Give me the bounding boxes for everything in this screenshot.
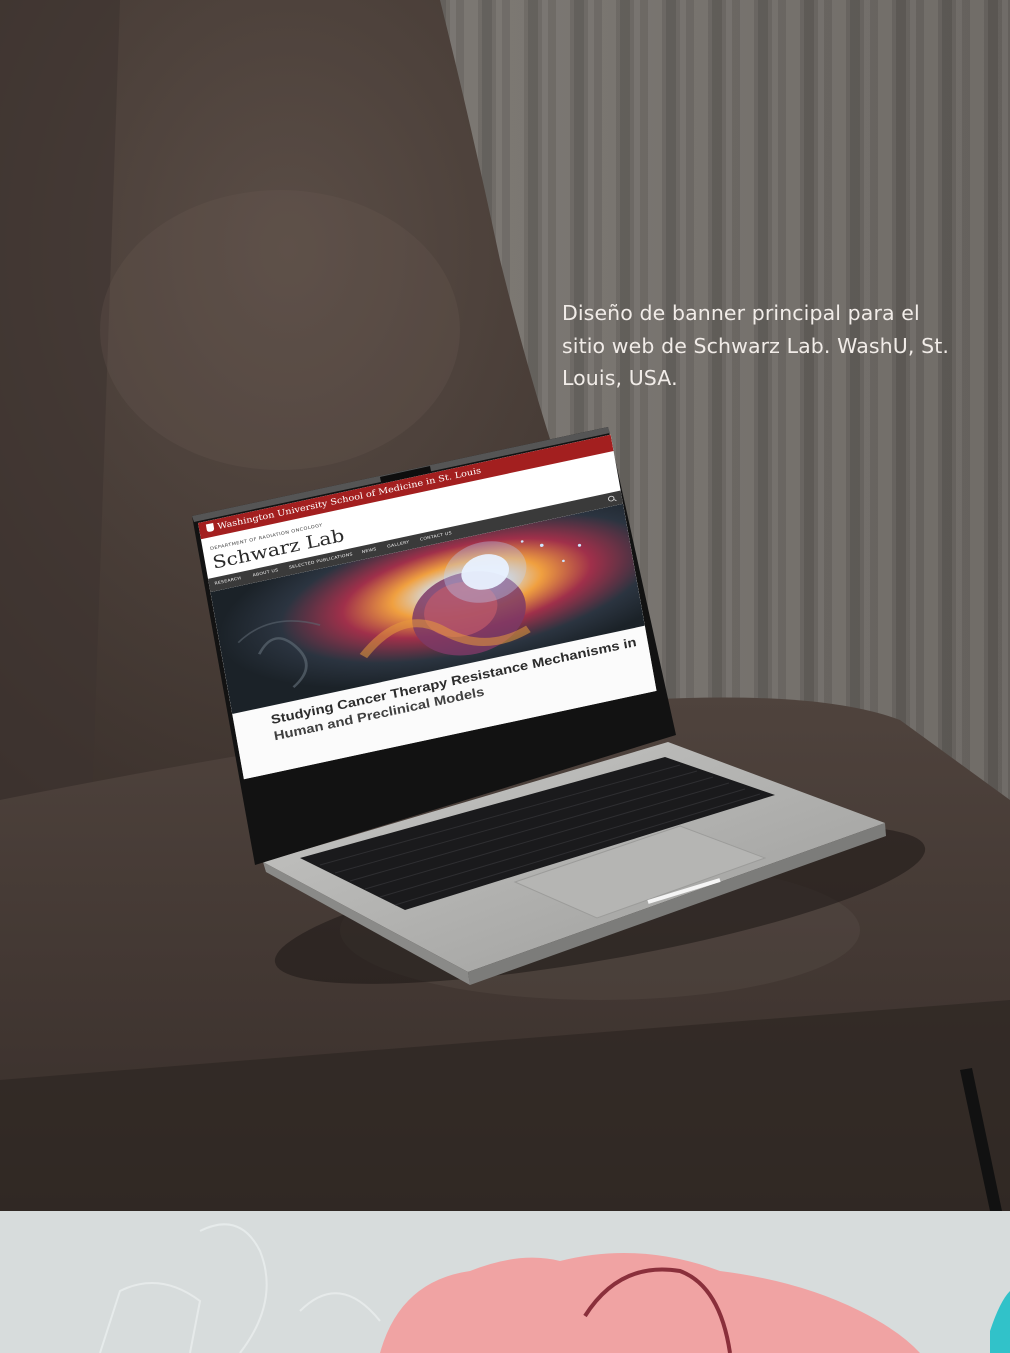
search-icon[interactable] — [607, 495, 615, 503]
washu-shield-icon — [205, 522, 215, 533]
project-caption: Diseño de banner principal para el sitio… — [562, 301, 949, 390]
next-section-preview — [0, 1211, 1010, 1353]
bottom-illustration — [99, 1223, 1010, 1353]
photo-scene: Washington University School of Medicine… — [0, 0, 1010, 1211]
